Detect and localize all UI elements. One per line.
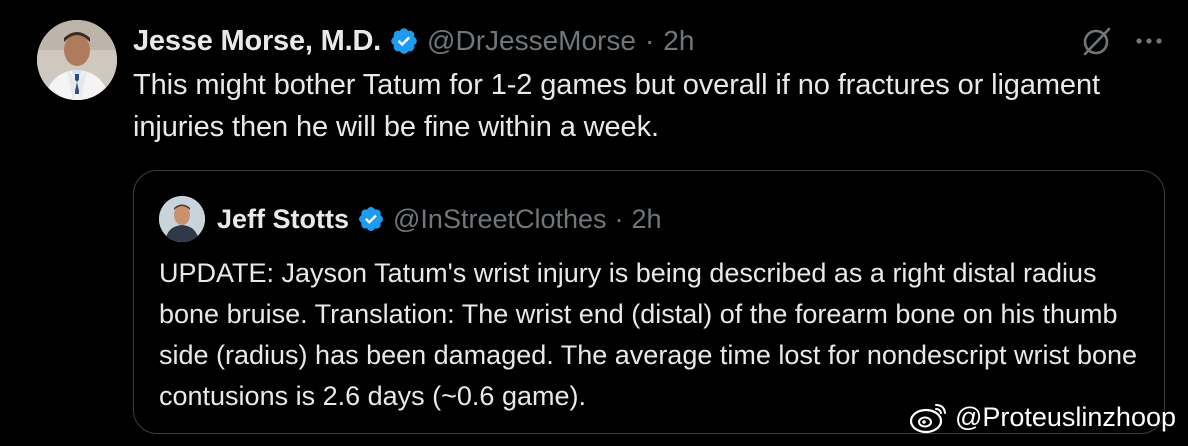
quoted-tweet[interactable]: Jeff Stotts @InStreetClothes · 2h UPDATE… [133, 170, 1165, 434]
author-handle[interactable]: @DrJesseMorse [427, 25, 636, 57]
weibo-icon [909, 400, 949, 434]
quoted-separator-dot: · [614, 203, 624, 234]
more-options-icon[interactable] [1132, 24, 1166, 58]
quoted-tweet-text: UPDATE: Jayson Tatum's wrist injury is b… [159, 258, 1138, 411]
author-display-name[interactable]: Jesse Morse, M.D. [133, 25, 381, 58]
tweet-header: Jesse Morse, M.D. @DrJesseMorse · 2h [133, 22, 694, 60]
grok-icon[interactable] [1080, 24, 1114, 58]
tweet-actions [1080, 24, 1166, 58]
author-avatar[interactable] [37, 20, 117, 100]
watermark-text: @Proteuslinzhoop [954, 401, 1176, 432]
doctor-avatar-image [37, 20, 117, 100]
tweet-timestamp[interactable]: 2h [663, 25, 694, 57]
quoted-author-display-name[interactable]: Jeff Stotts [217, 204, 349, 235]
verified-badge-icon[interactable] [389, 26, 419, 56]
quoted-author-avatar[interactable] [159, 196, 205, 242]
quoted-tweet-header: Jeff Stotts @InStreetClothes · 2h [159, 196, 662, 242]
quoted-verified-badge-icon[interactable] [357, 205, 385, 233]
quoted-author-handle[interactable]: @InStreetClothes [393, 204, 607, 235]
quoted-tweet-timestamp[interactable]: 2h [632, 204, 662, 235]
tweet[interactable]: Jesse Morse, M.D. @DrJesseMorse · 2h Thi [0, 0, 1188, 446]
watermark: @Proteuslinzhoop [909, 400, 1176, 434]
tweet-text: This might bother Tatum for 1-2 games bu… [133, 69, 1100, 143]
user-avatar-image [159, 196, 205, 242]
separator-dot: · [644, 25, 655, 56]
